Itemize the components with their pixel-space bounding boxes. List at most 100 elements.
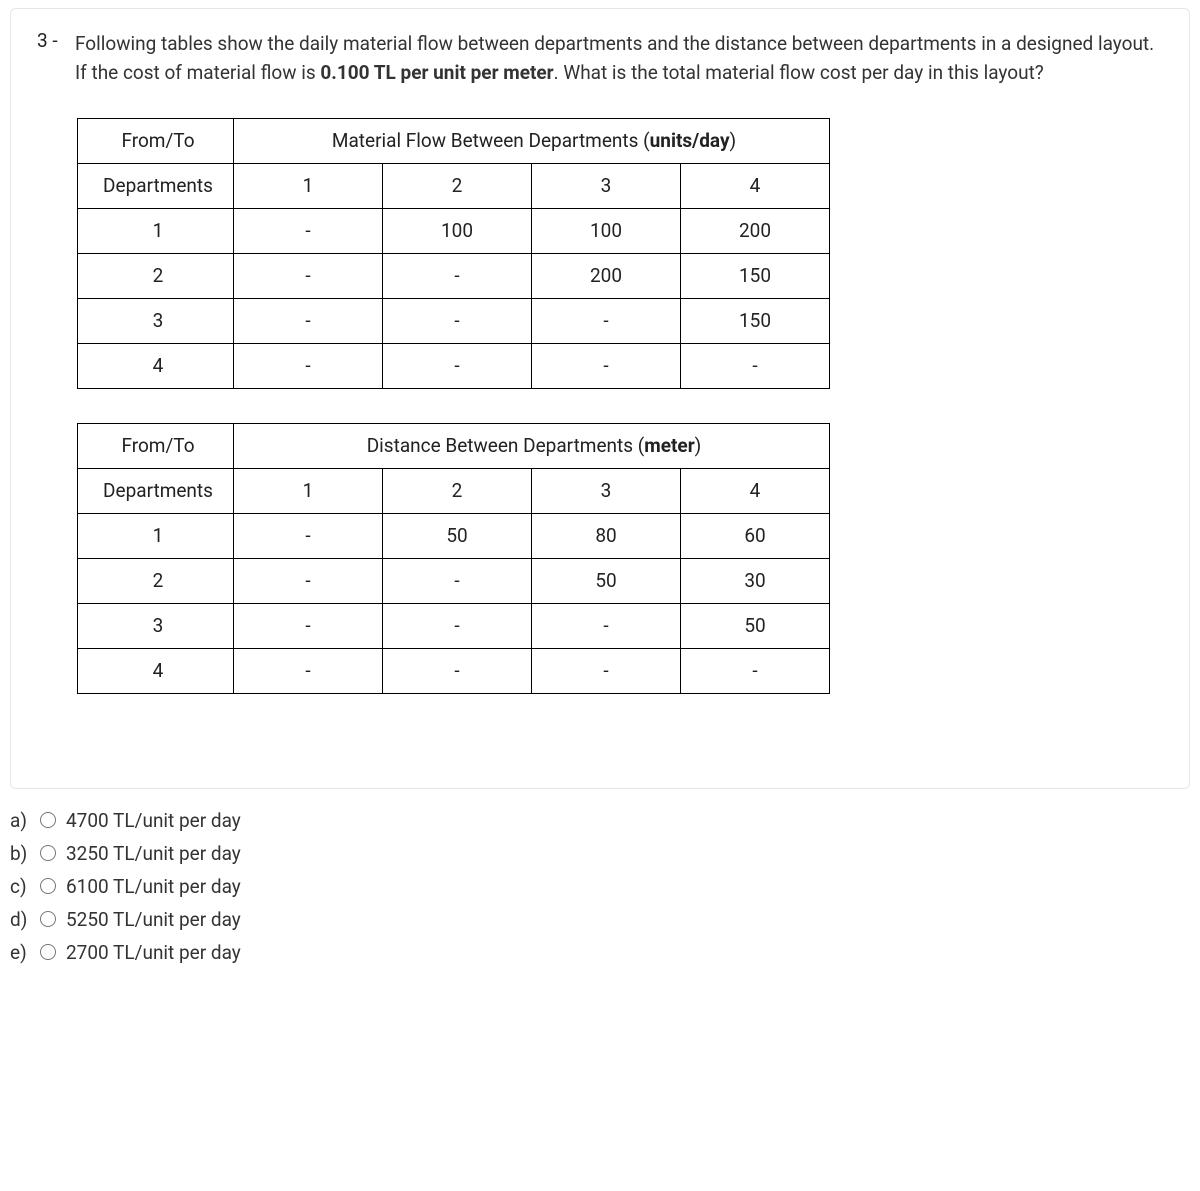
table1-r2-label: 2	[78, 253, 234, 298]
question-container: 3 - Following tables show the daily mate…	[10, 8, 1190, 789]
option-c-letter: c)	[10, 875, 30, 898]
table2-r3-c3: -	[532, 603, 681, 648]
t2-hs-1: Distance Between Departments (	[367, 434, 645, 457]
table1-r1-label: 1	[78, 208, 234, 253]
answer-options: a) 4700 TL/unit per day b) 3250 TL/unit …	[10, 809, 1200, 964]
option-d-text: 5250 TL/unit per day	[66, 908, 241, 931]
t1-hs-1: Material Flow Between Departments (	[332, 129, 650, 152]
table2-r3-label: 3	[78, 603, 234, 648]
question-text-part2: . What is the total material flow cost p…	[554, 61, 1044, 84]
question-text-bold: 0.100 TL per unit per meter	[320, 61, 553, 84]
option-a: a) 4700 TL/unit per day	[10, 809, 1200, 832]
question-header: 3 - Following tables show the daily mate…	[37, 29, 1163, 88]
table2-r2-label: 2	[78, 558, 234, 603]
table-row: 4 - - - -	[78, 648, 830, 693]
table1-r2-c3: 200	[532, 253, 681, 298]
table2-r4-c4: -	[681, 648, 830, 693]
table-row: From/To Material Flow Between Department…	[78, 118, 830, 163]
table2-r1-c1: -	[234, 513, 383, 558]
table1-r4-c4: -	[681, 343, 830, 388]
table-row: 4 - - - -	[78, 343, 830, 388]
table1-r2-c2: -	[383, 253, 532, 298]
option-c-radio[interactable]	[40, 878, 56, 894]
table-row: Departments 1 2 3 4	[78, 468, 830, 513]
table1-col-3: 3	[532, 163, 681, 208]
option-c-text: 6100 TL/unit per day	[66, 875, 241, 898]
table1-r3-c2: -	[383, 298, 532, 343]
question-number: 3 -	[37, 29, 61, 52]
option-d-letter: d)	[10, 908, 30, 931]
table2-r4-c1: -	[234, 648, 383, 693]
table2-col-4: 4	[681, 468, 830, 513]
table1-r3-c3: -	[532, 298, 681, 343]
table2-r4-label: 4	[78, 648, 234, 693]
table1-r1-c2: 100	[383, 208, 532, 253]
table1-r4-c1: -	[234, 343, 383, 388]
table2-col-3: 3	[532, 468, 681, 513]
table2-r1-c2: 50	[383, 513, 532, 558]
table1-r3-c4: 150	[681, 298, 830, 343]
table1-r1-c1: -	[234, 208, 383, 253]
table-row: 2 - - 200 150	[78, 253, 830, 298]
table2-r1-label: 1	[78, 513, 234, 558]
table1-col-1: 1	[234, 163, 383, 208]
table1-r1-c4: 200	[681, 208, 830, 253]
table-row: 2 - - 50 30	[78, 558, 830, 603]
table-row: 3 - - - 50	[78, 603, 830, 648]
option-b-radio[interactable]	[40, 845, 56, 861]
table2-col-2: 2	[383, 468, 532, 513]
table1-dep-label: Departments	[78, 163, 234, 208]
table2-r2-c1: -	[234, 558, 383, 603]
t1-hs-bold: units/day	[650, 129, 730, 152]
table-row: 3 - - - 150	[78, 298, 830, 343]
table1-r2-c4: 150	[681, 253, 830, 298]
table-row: Departments 1 2 3 4	[78, 163, 830, 208]
table2-r3-c1: -	[234, 603, 383, 648]
table1-r1-c3: 100	[532, 208, 681, 253]
table2-col-1: 1	[234, 468, 383, 513]
table-distance: From/To Distance Between Departments (me…	[77, 423, 830, 694]
option-a-letter: a)	[10, 809, 30, 832]
option-d-radio[interactable]	[40, 911, 56, 927]
table2-header-left: From/To	[78, 423, 234, 468]
option-e-letter: e)	[10, 941, 30, 964]
table1-r3-c1: -	[234, 298, 383, 343]
option-c: c) 6100 TL/unit per day	[10, 875, 1200, 898]
table2-r2-c4: 30	[681, 558, 830, 603]
option-e: e) 2700 TL/unit per day	[10, 941, 1200, 964]
table1-header-span: Material Flow Between Departments (units…	[234, 118, 830, 163]
table2-r4-c2: -	[383, 648, 532, 693]
table1-r3-label: 3	[78, 298, 234, 343]
table1-r2-c1: -	[234, 253, 383, 298]
option-a-radio[interactable]	[40, 812, 56, 828]
table1-r4-c3: -	[532, 343, 681, 388]
table2-r3-c2: -	[383, 603, 532, 648]
table-material-flow: From/To Material Flow Between Department…	[77, 118, 830, 389]
table-row: 1 - 100 100 200	[78, 208, 830, 253]
option-b-text: 3250 TL/unit per day	[66, 842, 241, 865]
option-e-radio[interactable]	[40, 944, 56, 960]
option-b-letter: b)	[10, 842, 30, 865]
option-b: b) 3250 TL/unit per day	[10, 842, 1200, 865]
option-e-text: 2700 TL/unit per day	[66, 941, 241, 964]
table2-header-span: Distance Between Departments (meter)	[234, 423, 830, 468]
option-a-text: 4700 TL/unit per day	[66, 809, 241, 832]
table-row: 1 - 50 80 60	[78, 513, 830, 558]
t2-hs-bold: meter	[644, 434, 694, 457]
table1-col-4: 4	[681, 163, 830, 208]
table1-header-left: From/To	[78, 118, 234, 163]
t1-hs-2: )	[730, 129, 737, 152]
table1-r4-c2: -	[383, 343, 532, 388]
t2-hs-2: )	[695, 434, 702, 457]
table1-col-2: 2	[383, 163, 532, 208]
tables-area: From/To Material Flow Between Department…	[77, 118, 1163, 694]
option-d: d) 5250 TL/unit per day	[10, 908, 1200, 931]
table2-r2-c2: -	[383, 558, 532, 603]
table2-r4-c3: -	[532, 648, 681, 693]
table-row: From/To Distance Between Departments (me…	[78, 423, 830, 468]
table2-r3-c4: 50	[681, 603, 830, 648]
table1-r4-label: 4	[78, 343, 234, 388]
table2-r2-c3: 50	[532, 558, 681, 603]
table2-r1-c4: 60	[681, 513, 830, 558]
table2-r1-c3: 80	[532, 513, 681, 558]
